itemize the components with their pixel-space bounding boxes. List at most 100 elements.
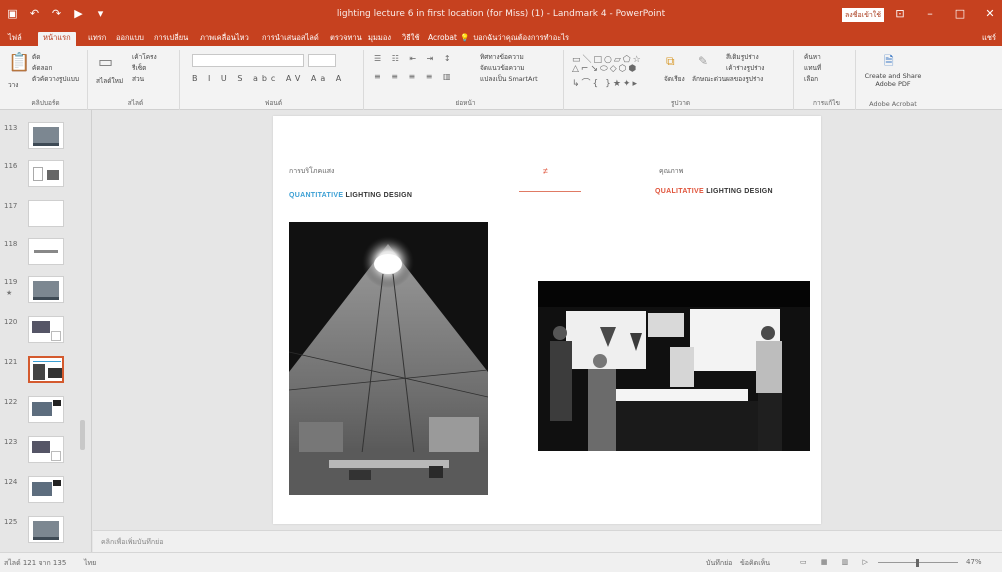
view-buttons[interactable]: ▭ ▦ ▥ ▷ [800,558,874,566]
thumbnail-row[interactable]: 117 [0,200,92,234]
tab-animations[interactable]: ภาพเคลื่อนไหว [200,32,249,44]
thumbnail[interactable] [28,516,64,543]
thumbnail-row[interactable]: 118 [0,238,92,272]
quick-styles-icon[interactable]: ✎ [698,54,708,68]
close-icon[interactable]: ✕ [982,6,998,22]
shape-effects-button[interactable]: ผลของรูปร่าง [726,74,763,84]
thumbnail-row[interactable]: 120 [0,316,92,350]
cut-button[interactable]: ตัด [32,52,40,62]
left-heading-quantitative: QUANTITATIVE [289,192,344,199]
thumbnail-number: 121 [4,358,18,366]
slide-thumbnail-pane: 113 116 117 118 119 ★ 120 121 122 123 124 125 [0,110,92,552]
arrange-icon[interactable]: ⧉ [666,54,675,69]
select-button[interactable]: เลือก [804,74,818,84]
shape-outline-button[interactable]: เค้าร่างรูปร่าง [726,63,764,73]
shapes-gallery-row2[interactable]: △⌐↘⬭◇⬡⬢ [572,64,638,74]
tab-review[interactable]: ตรวจทาน [330,32,362,44]
maximize-icon[interactable]: □ [952,6,968,22]
align-text-button[interactable]: จัดแนวข้อความ [480,63,525,73]
arrange-button[interactable]: จัดเรียง [664,74,685,84]
ribbon: 📋 วาง ตัด คัดลอก ตัวคัดวางรูปแบบ คลิปบอร… [0,46,1002,110]
find-button[interactable]: ค้นหา [804,52,821,62]
acrobat-label: Adobe Acrobat [869,100,917,108]
thumbnail-number: 125 [4,518,18,526]
thumbnail-number: 118 [4,240,18,248]
replace-button[interactable]: แทนที่ [804,63,821,73]
thumbnail-scrollbar[interactable] [80,420,85,450]
tab-file[interactable]: ไฟล์ [8,32,22,44]
paste-icon[interactable]: 📋 [8,52,30,73]
convert-smartart-button[interactable]: แปลงเป็น SmartArt [480,74,538,84]
powerpoint-window: ▣ ↶ ↷ ▶ ▾ lighting lecture 6 in first lo… [0,0,1002,572]
tab-acrobat[interactable]: Acrobat [428,32,457,44]
right-heading-qualitative: QUALITATIVE [655,188,704,195]
tab-help[interactable]: วิธีใช้ [402,32,420,44]
tab-design[interactable]: ออกแบบ [116,32,144,44]
tab-transitions[interactable]: การเปลี่ยน [154,32,188,44]
thumbnail[interactable] [28,160,64,187]
notes-toggle-button[interactable]: บันทึกย่อ [706,558,732,569]
ribbon-tabs: ไฟล์ หน้าแรก แทรก ออกแบบ การเปลี่ยน ภาพเ… [0,30,1002,46]
ribbon-display-icon[interactable]: ⊡ [892,6,908,22]
notes-placeholder[interactable]: คลิกเพื่อเพิ่มบันทึกย่อ [101,537,163,548]
zoom-level[interactable]: 47% [966,558,982,566]
sign-in-button[interactable]: ลงชื่อเข้าใช้ [842,8,884,22]
font-format-buttons[interactable]: B I U S abc AV Aa A [192,74,345,83]
thumbnail-row[interactable]: 121 [0,356,92,390]
copy-button[interactable]: คัดลอก [32,63,52,73]
drawing-label: รูปวาด [670,99,691,107]
tab-home[interactable]: หน้าแรก [38,32,76,46]
quick-styles-button[interactable]: ลักษณะด่วน [692,74,726,84]
right-heading: QUALITATIVE LIGHTING DESIGN [655,188,773,195]
thumbnail[interactable] [28,316,64,343]
thumbnail[interactable] [28,436,64,463]
thumbnail-row[interactable]: 124 [0,476,92,510]
tell-me-box[interactable]: 💡 บอกฉันว่าคุณต้องการทำอะไร [460,32,569,44]
minimize-icon[interactable]: – [922,6,938,22]
tab-insert[interactable]: แทรก [88,32,106,44]
reset-button[interactable]: รีเซ็ต [132,63,146,73]
font-group: B I U S abc AV Aa A ฟอนต์ [184,50,364,110]
thumbnail-row[interactable]: 119 ★ [0,276,92,310]
thumbnail-number: 122 [4,398,18,406]
zoom-slider-thumb[interactable] [916,559,919,567]
format-painter-button[interactable]: ตัวคัดวางรูปแบบ [32,74,79,84]
shape-fill-button[interactable]: สีเติมรูปร่าง [726,52,759,62]
text-direction-button[interactable]: ทิศทางข้อความ [480,52,524,62]
thumbnail-row[interactable]: 122 [0,396,92,430]
align-buttons[interactable]: ≡ ≡ ≡ ≡ ▥ [374,72,455,81]
language-indicator[interactable]: ไทย [84,558,96,569]
create-pdf-button[interactable]: Create and Share Adobe PDF [862,72,924,88]
thumbnail-row[interactable]: 123 [0,436,92,470]
thumbnail-row[interactable]: 113 [0,122,92,156]
new-slide-button[interactable]: สไลด์ใหม่ [96,76,123,86]
new-slide-icon[interactable]: ▭ [98,52,113,71]
thumbnail-row[interactable]: 116 [0,160,92,194]
share-button[interactable]: แชร์ [982,32,996,44]
pdf-icon[interactable]: 🗎 [884,52,894,73]
thumbnail-current[interactable] [28,356,64,383]
tab-slideshow[interactable]: การนำเสนอสไลด์ [262,32,319,44]
layout-button[interactable]: เค้าโครง [132,52,157,62]
notes-pane[interactable]: คลิกเพื่อเพิ่มบันทึกย่อ [93,530,1002,552]
shapes-gallery-row3[interactable]: ↳⌒{ }★✦▸ [572,76,639,89]
right-thai-label: คุณภาพ [659,168,684,175]
thumbnail[interactable] [28,238,64,265]
tab-view[interactable]: มุมมอง [368,32,391,44]
thumbnail-row[interactable]: 125 [0,516,92,550]
list-buttons[interactable]: ☰ ☷ ⇤ ⇥ ↕ [374,54,455,63]
thumbnail[interactable] [28,396,64,423]
thumbnail-number: 119 [4,278,18,286]
comments-button[interactable]: ข้อคิดเห็น [740,558,770,569]
clipboard-label: คลิปบอร์ด [31,99,60,107]
current-slide[interactable]: การบริโภคแสง QUANTITATIVE LIGHTING DESIG… [273,116,821,524]
section-button[interactable]: ส่วน [132,74,144,84]
thumbnail[interactable] [28,276,64,303]
font-name-input[interactable] [192,54,304,67]
paste-button[interactable]: วาง [8,80,18,90]
thumbnail[interactable] [28,476,64,503]
thumbnail[interactable] [28,122,64,149]
font-size-input[interactable] [308,54,336,67]
thumbnail[interactable] [28,200,64,227]
window-controls: ⊡ – □ ✕ [892,6,998,22]
